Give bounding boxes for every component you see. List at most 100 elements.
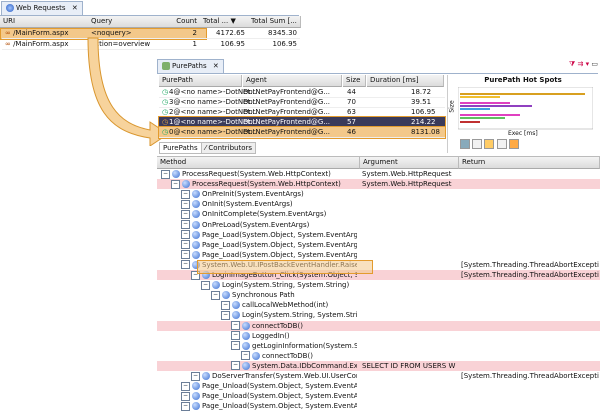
col-total-sum[interactable]: Total Sum [...	[248, 16, 301, 28]
method-label: connectToDB()	[252, 321, 303, 330]
method-node-icon	[192, 210, 200, 219]
tree-row[interactable]: − connectToDB()	[157, 351, 600, 361]
collapse-icon[interactable]: −	[191, 371, 200, 381]
tree-row[interactable]: − ProcessRequest(System.Web.HttpContext) S…	[157, 169, 600, 179]
collapse-icon[interactable]: −	[181, 240, 190, 250]
method-label: callLocalWebMethod(int)	[242, 301, 329, 310]
col-duration[interactable]: Duration [ms]	[367, 75, 444, 87]
agent-text: DotNetPayFrontend@G...	[243, 88, 331, 96]
tree-row[interactable]: − connectToDB()	[157, 320, 600, 331]
method-label: LoggedIn()	[252, 331, 290, 340]
size-text: 46	[347, 128, 356, 136]
subtab-purepaths[interactable]: PurePaths	[159, 142, 202, 154]
collapse-icon[interactable]: −	[231, 331, 240, 341]
divider	[157, 73, 598, 74]
collapse-icon[interactable]: −	[181, 260, 190, 270]
subtab-contributors[interactable]: ⁄ Contributors	[201, 142, 257, 154]
col-agent[interactable]: Agent	[243, 75, 342, 87]
collapse-icon[interactable]: −	[211, 290, 220, 300]
collapse-icon[interactable]: −	[231, 321, 240, 330]
collapse-icon[interactable]: −	[241, 351, 250, 361]
tree-row[interactable]: − callLocalWebMethod(int)	[157, 300, 600, 310]
toolbar-icons: ⧩ ⇉ ▾ ▭	[569, 60, 598, 69]
tree-row[interactable]: − OnPreLoad(System.EventArgs)	[157, 220, 600, 230]
tree-row[interactable]: − Page_Unload(System.Object, System.Event…	[157, 381, 600, 391]
collapse-icon[interactable]: −	[221, 300, 230, 310]
tree-row[interactable]: − OnPreInit(System.EventArgs)	[157, 189, 600, 199]
collapse-icon[interactable]: −	[171, 179, 180, 189]
chart-button[interactable]	[496, 139, 507, 149]
method-cell: − Page_Load(System.Object, System.EventAr…	[181, 240, 357, 250]
tree-row[interactable]: − Page_Unload(System.Object, System.Event…	[157, 401, 600, 411]
menu-icon[interactable]: ▾	[586, 60, 590, 68]
method-cell: − Page_Load(System.Object, System.EventAr…	[181, 250, 357, 260]
tree-row[interactable]: − Page_Load(System.Object, System.EventAr…	[157, 250, 600, 260]
uri-cell: ∞ /MainForm.aspx	[2, 28, 92, 39]
method-node-icon	[242, 361, 250, 370]
collapse-icon[interactable]: −	[181, 250, 190, 260]
col-method[interactable]: Method	[157, 157, 360, 169]
collapse-icon[interactable]: −	[201, 280, 210, 290]
tree-row[interactable]: − Page_Unload(System.Object, System.Event…	[157, 391, 600, 401]
purepath-tree: Method Argument Return − ProcessRequest(S…	[157, 156, 600, 411]
col-total[interactable]: Total ... ▼	[200, 16, 249, 28]
collapse-icon[interactable]: −	[181, 209, 190, 219]
hotspot-bar	[460, 114, 520, 116]
size-text: 70	[347, 98, 356, 106]
tree-row[interactable]: − OnInit(System.EventArgs)	[157, 199, 600, 209]
tree-row[interactable]: − getLoginInformation(System.String, Syst…	[157, 341, 600, 351]
collapse-icon[interactable]: −	[181, 391, 190, 401]
export-icon[interactable]: ⇉	[578, 60, 584, 68]
close-icon[interactable]: ✕	[72, 4, 78, 12]
collapse-icon[interactable]: −	[181, 230, 190, 240]
tree-row[interactable]: − Synchronous Path	[157, 290, 600, 300]
collapse-icon[interactable]: −	[181, 220, 190, 229]
tree-row[interactable]: − ProcessRequest(System.Web.HttpContext) S…	[157, 179, 600, 190]
method-label: System.Data.IDbCommand.ExecuteReade	[252, 361, 357, 370]
tree-row[interactable]: − OnInitComplete(System.EventArgs)	[157, 209, 600, 219]
collapse-icon[interactable]: −	[231, 341, 240, 351]
filter-icon[interactable]: ⧩	[569, 60, 575, 68]
tree-row[interactable]: − System.Data.IDbCommand.ExecuteReade SELE…	[157, 360, 600, 371]
size-text: 57	[347, 118, 356, 126]
tab-web-requests[interactable]: Web Requests ✕	[1, 1, 83, 15]
uri-text: /MainForm.aspx	[13, 29, 69, 37]
tree-row[interactable]: − DoServerTransfer(System.Web.UI.UserCont…	[157, 371, 600, 381]
tree-row[interactable]: − Page_Load(System.Object, System.EventAr…	[157, 230, 600, 240]
tree-row[interactable]: − Page_Load(System.Object, System.EventAr…	[157, 240, 600, 250]
method-label: Login(System.String, System.String)	[222, 281, 350, 290]
return-cell: [System.Threading.ThreadAbortException: …	[461, 372, 599, 380]
uri-cell[interactable]: ∞ /MainForm.aspx	[2, 39, 92, 50]
col-size[interactable]: Size	[343, 75, 366, 87]
col-query[interactable]: Query	[88, 16, 173, 28]
collapse-icon[interactable]: −	[181, 189, 190, 199]
tree-row[interactable]: − LoggedIn()	[157, 331, 600, 341]
collapse-icon[interactable]: −	[181, 199, 190, 209]
col-count[interactable]: Count	[172, 16, 201, 28]
method-cell: − Login(System.String, System.String)	[201, 280, 357, 290]
chart-button[interactable]	[508, 139, 519, 149]
chart-button[interactable]	[484, 139, 495, 149]
collapse-icon[interactable]: −	[181, 401, 190, 411]
tree-row[interactable]: − Login(System.String, System.String)	[157, 310, 600, 320]
collapse-icon[interactable]: −	[231, 361, 240, 371]
table-row[interactable]: ◷ 0@<no name>-DotNet... DotNetPayFronten…	[158, 126, 446, 139]
tree-row[interactable]: − Login(System.String, System.String)	[157, 280, 600, 290]
col-purepath[interactable]: PurePath	[159, 75, 242, 87]
col-uri[interactable]: URI	[0, 16, 89, 28]
col-return[interactable]: Return	[459, 157, 600, 169]
collapse-icon[interactable]: −	[221, 310, 230, 320]
size-text: 63	[347, 108, 356, 116]
chart-button[interactable]	[472, 139, 483, 149]
duration-text: 106.95	[411, 108, 436, 116]
tab-purepaths[interactable]: PurePaths ✕	[157, 59, 224, 73]
argument-cell: System.Web.HttpRequest	[362, 180, 452, 189]
method-label: DoServerTransfer(System.Web.UI.UserContr…	[212, 372, 357, 380]
col-argument[interactable]: Argument	[360, 157, 459, 169]
close-icon[interactable]: ✕	[213, 62, 219, 70]
method-cell: − Page_Unload(System.Object, System.Event…	[181, 391, 357, 401]
minimize-icon[interactable]: ▭	[591, 60, 598, 68]
collapse-icon[interactable]: −	[181, 381, 190, 391]
chart-button[interactable]	[460, 139, 470, 149]
collapse-icon[interactable]: −	[161, 169, 170, 179]
